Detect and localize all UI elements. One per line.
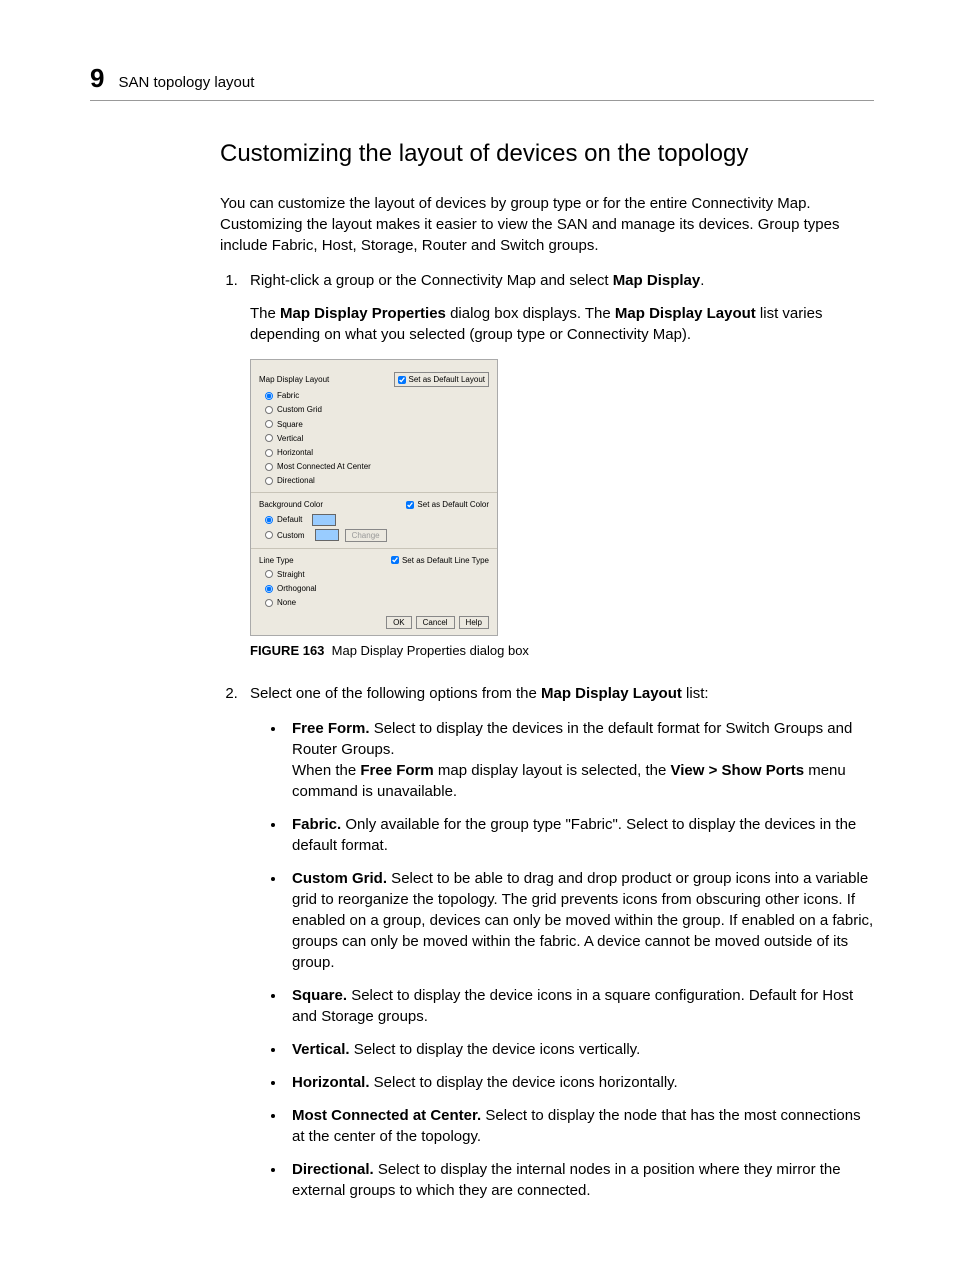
step1-result: The Map Display Properties dialog box di…: [250, 303, 874, 345]
radio-custom-grid[interactable]: Custom Grid: [265, 404, 489, 415]
change-color-button[interactable]: Change: [345, 529, 387, 542]
option-directional: Directional. Select to display the inter…: [286, 1159, 874, 1201]
page-header: 9 SAN topology layout: [90, 60, 874, 101]
radio-line-straight[interactable]: Straight: [265, 569, 489, 580]
radio-directional[interactable]: Directional: [265, 475, 489, 486]
radio-line-orthogonal[interactable]: Orthogonal: [265, 583, 489, 594]
option-custom-grid: Custom Grid. Select to be able to drag a…: [286, 868, 874, 973]
set-default-color-checkbox[interactable]: Set as Default Color: [406, 499, 489, 510]
radio-bg-default[interactable]: Default: [265, 514, 302, 525]
intro-paragraph: You can customize the layout of devices …: [220, 193, 874, 256]
bg-radio-group: Default Custom Change: [265, 514, 489, 542]
line-section-label: Line Type: [259, 555, 294, 566]
option-square: Square. Select to display the device ico…: [286, 985, 874, 1027]
steps: Right-click a group or the Connectivity …: [220, 270, 874, 1201]
set-default-layout-checkbox[interactable]: Set as Default Layout: [394, 372, 490, 387]
step1-text: Right-click a group or the Connectivity …: [250, 272, 704, 289]
color-swatch-custom: [315, 529, 339, 541]
cancel-button[interactable]: Cancel: [416, 616, 455, 629]
radio-horizontal[interactable]: Horizontal: [265, 447, 489, 458]
option-fabric: Fabric. Only available for the group typ…: [286, 814, 874, 856]
option-horizontal: Horizontal. Select to display the device…: [286, 1072, 874, 1093]
layout-section-label: Map Display Layout: [259, 374, 329, 385]
bg-section-label: Background Color: [259, 499, 323, 510]
step2-text: Select one of the following options from…: [250, 685, 709, 702]
dialog-button-row: OK Cancel Help: [259, 616, 489, 629]
chapter-number: 9: [90, 60, 104, 96]
radio-bg-custom[interactable]: Custom: [265, 530, 305, 541]
divider: [251, 492, 497, 493]
divider: [251, 548, 497, 549]
section-title: Customizing the layout of devices on the…: [220, 137, 874, 171]
radio-square[interactable]: Square: [265, 419, 489, 430]
radio-most-connected[interactable]: Most Connected At Center: [265, 461, 489, 472]
help-button[interactable]: Help: [459, 616, 489, 629]
set-default-line-checkbox[interactable]: Set as Default Line Type: [391, 555, 489, 566]
layout-radio-group: Fabric Custom Grid Square Vertical Horiz…: [265, 390, 489, 486]
line-radio-group: Straight Orthogonal None: [265, 569, 489, 609]
step-2: Select one of the following options from…: [242, 683, 874, 1201]
option-list: Free Form. Select to display the devices…: [250, 718, 874, 1201]
checkbox-icon[interactable]: [406, 501, 414, 509]
checkbox-icon[interactable]: [391, 556, 399, 564]
ok-button[interactable]: OK: [386, 616, 412, 629]
body: You can customize the layout of devices …: [220, 193, 874, 1201]
option-vertical: Vertical. Select to display the device i…: [286, 1039, 874, 1060]
radio-line-none[interactable]: None: [265, 597, 489, 608]
color-swatch-default: [312, 514, 336, 526]
running-head: SAN topology layout: [118, 72, 254, 93]
option-most-connected: Most Connected at Center. Select to disp…: [286, 1105, 874, 1147]
checkbox-icon[interactable]: [398, 376, 406, 384]
option-free-form: Free Form. Select to display the devices…: [286, 718, 874, 802]
map-display-properties-dialog: Map Display Layout Set as Default Layout…: [250, 359, 498, 636]
step-1: Right-click a group or the Connectivity …: [242, 270, 874, 661]
radio-vertical[interactable]: Vertical: [265, 433, 489, 444]
radio-fabric[interactable]: Fabric: [265, 390, 489, 401]
figure-caption: FIGURE 163 Map Display Properties dialog…: [250, 642, 874, 660]
